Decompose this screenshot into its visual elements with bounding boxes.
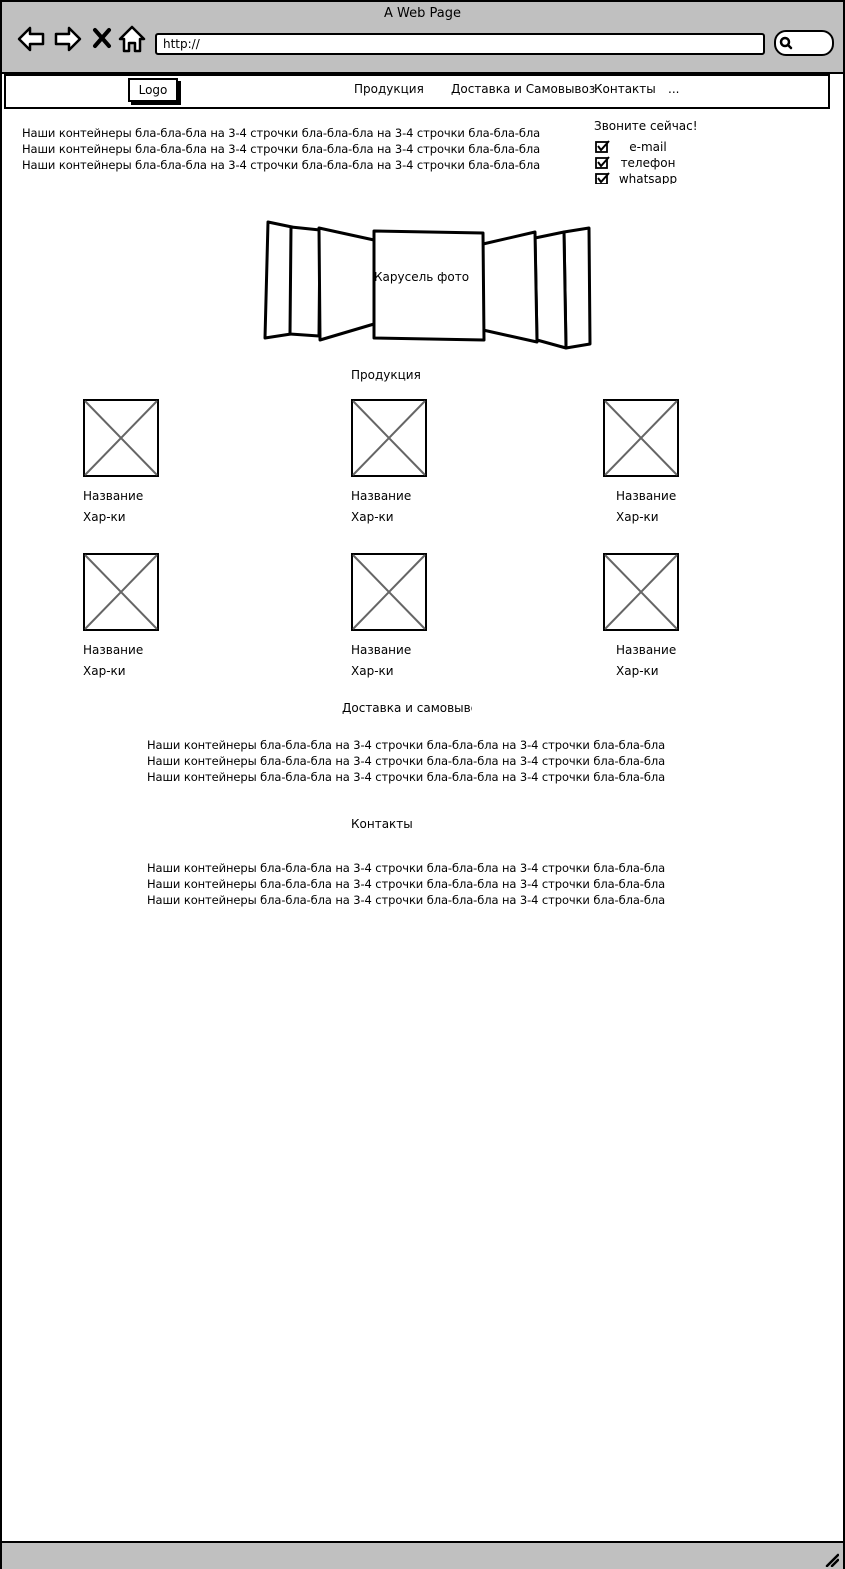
carousel-slide	[317, 226, 376, 342]
nav-link-contacts[interactable]: Контакты	[594, 82, 656, 96]
image-placeholder-icon[interactable]	[83, 399, 159, 477]
product-specs: Хар-ки	[616, 510, 659, 524]
status-bar	[2, 1541, 843, 1569]
arrow-right-icon	[54, 26, 82, 52]
product-specs: Хар-ки	[351, 510, 394, 524]
logo[interactable]: Logo	[128, 78, 178, 102]
product-specs: Хар-ки	[351, 664, 394, 678]
image-placeholder-icon[interactable]	[603, 399, 679, 477]
product-specs: Хар-ки	[83, 510, 126, 524]
contact-option-label: whatsapp	[618, 172, 678, 184]
contact-option-phone: телефон	[594, 156, 694, 172]
url-input[interactable]: http://	[155, 33, 765, 55]
arrow-left-icon	[17, 26, 45, 52]
contact-option-whatsapp: whatsapp	[594, 172, 694, 184]
product-name: Название	[616, 643, 677, 657]
stop-button[interactable]	[90, 24, 120, 54]
photo-carousel[interactable]	[260, 218, 596, 352]
carousel-slide-main	[372, 229, 486, 342]
image-placeholder-icon[interactable]	[603, 553, 679, 631]
contacts-heading: Контакты	[351, 817, 413, 831]
image-placeholder-icon[interactable]	[351, 399, 427, 477]
browser-window: A Web Page http:// Logo Продукция Достав…	[0, 0, 845, 1569]
back-button[interactable]	[16, 24, 46, 54]
product-name: Название	[351, 643, 412, 657]
contact-option-label: телефон	[620, 156, 676, 170]
contact-option-label: e-mail	[629, 140, 667, 154]
resize-grip-icon[interactable]	[823, 1551, 839, 1567]
home-button[interactable]	[117, 24, 147, 54]
product-specs: Хар-ки	[616, 664, 659, 678]
contacts-line: Наши контейнеры бла-бла-бла на 3-4 строч…	[147, 893, 666, 907]
products-heading: Продукция	[351, 368, 421, 382]
forward-button[interactable]	[53, 24, 83, 54]
search-box[interactable]	[774, 30, 834, 56]
carousel-slide	[533, 230, 568, 350]
carousel-slide	[263, 220, 294, 340]
intro-line: Наши контейнеры бла-бла-бла на 3-4 строч…	[22, 142, 541, 156]
window-title: A Web Page	[384, 6, 461, 21]
intro-line: Наши контейнеры бла-бла-бла на 3-4 строч…	[22, 158, 541, 172]
carousel-slide	[288, 225, 322, 338]
product-specs: Хар-ки	[83, 664, 126, 678]
image-placeholder-icon[interactable]	[351, 553, 427, 631]
contact-option-email: e-mail	[594, 140, 694, 156]
contacts-line: Наши контейнеры бла-бла-бла на 3-4 строч…	[147, 861, 666, 875]
product-name: Название	[616, 489, 677, 503]
product-name: Название	[83, 489, 144, 503]
contacts-line: Наши контейнеры бла-бла-бла на 3-4 строч…	[147, 877, 666, 891]
carousel-slide	[481, 230, 539, 344]
delivery-heading: Доставка и самовывоз	[342, 701, 472, 715]
nav-link-products[interactable]: Продукция	[354, 82, 424, 96]
delivery-line: Наши контейнеры бла-бла-бла на 3-4 строч…	[147, 738, 666, 752]
home-icon	[118, 25, 146, 53]
close-icon	[93, 28, 111, 48]
intro-line: Наши контейнеры бла-бла-бла на 3-4 строч…	[22, 126, 541, 140]
search-icon	[779, 36, 793, 50]
delivery-line: Наши контейнеры бла-бла-бла на 3-4 строч…	[147, 770, 666, 784]
browser-toolbar: A Web Page http://	[2, 2, 843, 74]
product-name: Название	[351, 489, 412, 503]
image-placeholder-icon[interactable]	[83, 553, 159, 631]
call-now-title: Звоните сейчас!	[594, 119, 698, 133]
nav-link-delivery[interactable]: Доставка и Самовывоз	[451, 82, 595, 96]
carousel-label: Карусель фото	[374, 270, 470, 284]
product-name: Название	[83, 643, 144, 657]
carousel-slide	[562, 226, 592, 350]
delivery-line: Наши контейнеры бла-бла-бла на 3-4 строч…	[147, 754, 666, 768]
nav-link-more[interactable]: ...	[668, 82, 679, 96]
